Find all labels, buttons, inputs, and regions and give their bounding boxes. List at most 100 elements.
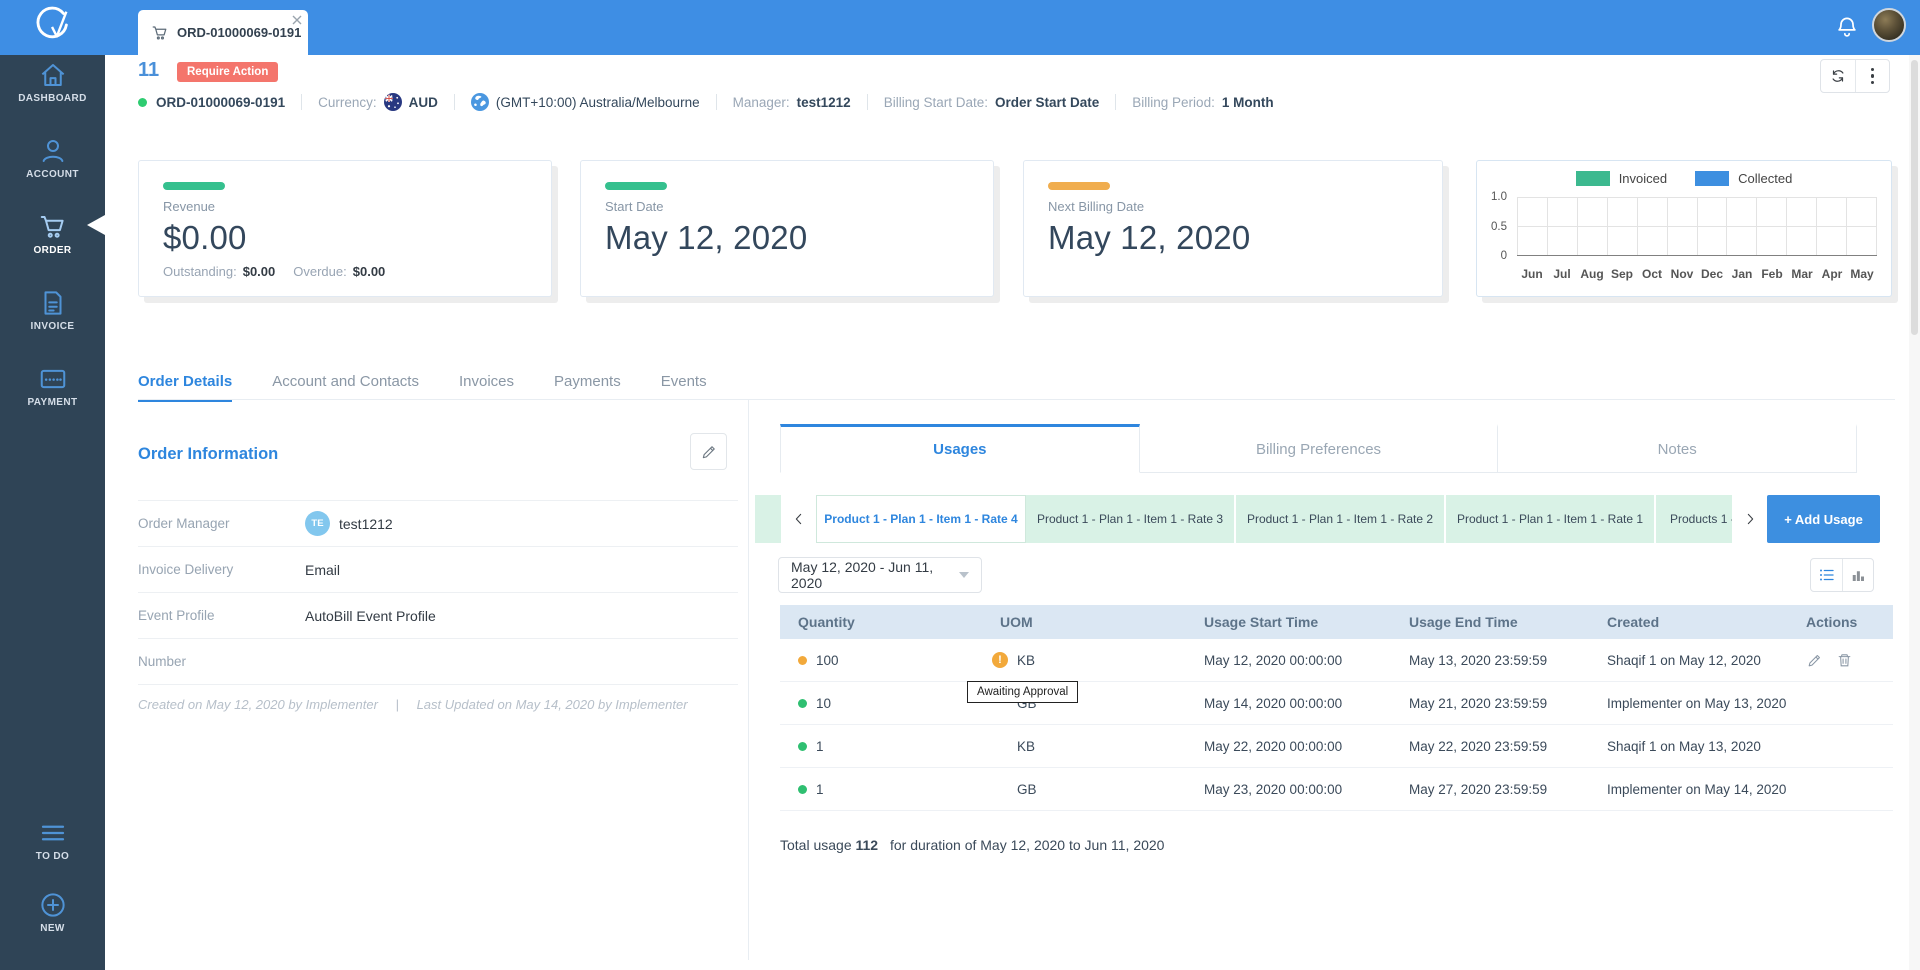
sidebar-item-payment[interactable]: PAYMENT	[0, 364, 105, 440]
status-dot	[138, 98, 147, 107]
manager-label: Manager:	[733, 95, 790, 110]
column-header: UOM	[982, 614, 1186, 630]
billing-start-value: Order Start Date	[995, 95, 1099, 110]
page-content: 11 Require Action ORD-01000069-0191 Curr…	[105, 55, 1920, 970]
view-toggle-group	[1810, 558, 1874, 592]
order-info-fields: Order ManagerTEtest1212Invoice DeliveryE…	[138, 500, 738, 685]
notifications-bell-icon[interactable]	[1834, 14, 1860, 40]
sidebar-item-to-do[interactable]: TO DO	[0, 818, 105, 880]
sidebar-item-dashboard[interactable]: DASHBOARD	[0, 60, 105, 136]
scrollbar-thumb[interactable]	[1911, 60, 1918, 335]
overdue-value: $0.00	[353, 264, 386, 279]
tab-invoices[interactable]: Invoices	[459, 373, 514, 402]
field-value-text: AutoBill Event Profile	[305, 608, 436, 624]
revenue-sub: Outstanding: $0.00 Overdue: $0.00	[163, 264, 385, 279]
edit-usage-button[interactable]	[1806, 652, 1823, 669]
column-header: Usage Start Time	[1186, 614, 1391, 630]
footer-separator: |	[396, 697, 399, 712]
x-tick-label: Sep	[1607, 267, 1637, 281]
outstanding-value: $0.00	[243, 264, 276, 279]
x-tick-label: Mar	[1787, 267, 1817, 281]
x-tick-label: Feb	[1757, 267, 1787, 281]
usage-tab-notes[interactable]: Notes	[1498, 424, 1857, 472]
chips-container: Product 1 - Plan 1 - Item 1 - Rate 4Prod…	[816, 495, 1732, 543]
main-tabs: Order Details Account and Contacts Invoice…	[138, 373, 707, 402]
cart-icon	[38, 212, 68, 242]
rate-chips-row: Product 1 - Plan 1 - Item 1 - Rate 4Prod…	[755, 495, 1880, 543]
usage-tab-usages[interactable]: Usages	[780, 424, 1140, 473]
date-range-select[interactable]: May 12, 2020 - Jun 11, 2020	[778, 557, 982, 593]
chart-y-axis: 1.00.50	[1481, 197, 1513, 256]
status-dot-icon	[798, 656, 807, 665]
status-dot-icon	[798, 699, 807, 708]
order-tab[interactable]: ORD-01000069-0191	[138, 10, 308, 55]
order-count: 11	[138, 59, 159, 82]
invoice-icon	[38, 288, 68, 318]
chips-scroll-right[interactable]	[1732, 495, 1767, 543]
usage-table-header: QuantityUOMUsage Start TimeUsage End Tim…	[780, 605, 1893, 639]
chart-view-button[interactable]	[1842, 559, 1873, 591]
user-icon	[38, 136, 68, 166]
quantity-cell: 100	[780, 653, 982, 668]
x-tick-label: May	[1847, 267, 1877, 281]
legend-swatch	[1695, 171, 1729, 186]
timezone-value: (GMT+10:00) Australia/Melbourne	[496, 95, 700, 110]
sidebar-item-label: ACCOUNT	[26, 169, 79, 180]
chips-scroll-left[interactable]	[781, 495, 816, 543]
list-view-button[interactable]	[1811, 559, 1842, 591]
tab-order-details[interactable]: Order Details	[138, 373, 232, 402]
field-value-text: test1212	[339, 516, 393, 532]
sidebar-item-label: ORDER	[33, 245, 71, 256]
refresh-button[interactable]	[1821, 60, 1855, 92]
chevron-left-icon	[791, 511, 807, 527]
sidebar: DASHBOARD ACCOUNT ORDER INVOICEPAYMENT TO D…	[0, 0, 105, 970]
x-tick-label: Jul	[1547, 267, 1577, 281]
x-tick-label: Aug	[1577, 267, 1607, 281]
usage-start-cell: May 23, 2020 00:00:00	[1186, 782, 1391, 797]
edit-order-button[interactable]	[690, 433, 727, 470]
column-header: Quantity	[780, 614, 982, 630]
rate-chip[interactable]: Product 1 - Plan 1 - Item 1 - Rate 4	[816, 495, 1026, 543]
close-icon[interactable]	[291, 13, 303, 25]
field-value: Email	[305, 562, 340, 578]
rate-chip[interactable]: Product 1 - Plan 1 - Item 1 - Rate 1	[1446, 495, 1656, 543]
usage-start-cell: May 22, 2020 00:00:00	[1186, 739, 1391, 754]
rate-chip[interactable]: Product 1 - Plan 1 - Item 1 - Rate 2	[1236, 495, 1446, 543]
invoiced-collected-chart-card: InvoicedCollected 1.00.50 JunJulAugSepOc…	[1476, 160, 1892, 297]
tab-events[interactable]: Events	[661, 373, 707, 402]
y-tick-label: 0	[1501, 250, 1507, 262]
tab-account-and-contacts[interactable]: Account and Contacts	[272, 373, 419, 402]
created-cell: Shaqif 1 on May 12, 2020	[1589, 653, 1788, 668]
revenue-value: $0.00	[163, 219, 247, 257]
warning-icon[interactable]	[992, 652, 1008, 668]
more-options-button[interactable]	[1855, 60, 1889, 92]
menu-icon	[38, 818, 68, 848]
add-usage-button[interactable]: + Add Usage	[1767, 495, 1880, 543]
created-cell: Shaqif 1 on May 13, 2020	[1589, 739, 1788, 754]
x-tick-label: Oct	[1637, 267, 1667, 281]
delete-usage-button[interactable]	[1836, 652, 1853, 669]
panel-divider	[748, 400, 749, 960]
rate-chip[interactable]: Product 1 - Plan 1 - Item 1 - Rate 3	[1026, 495, 1236, 543]
rate-chip[interactable]: Products 1 -	[1656, 495, 1732, 543]
refresh-icon	[1829, 67, 1847, 85]
start-date-value: May 12, 2020	[605, 219, 807, 257]
gridline	[1517, 226, 1877, 227]
field-label: Event Profile	[138, 608, 305, 623]
sidebar-item-new[interactable]: NEW	[0, 890, 105, 952]
gridline	[1517, 197, 1877, 198]
globe-icon	[471, 93, 489, 111]
sidebar-item-invoice[interactable]: INVOICE	[0, 288, 105, 364]
uom-cell: GB	[982, 782, 1186, 797]
quantity-cell: 1	[780, 739, 982, 754]
usage-tab-billing-preferences[interactable]: Billing Preferences	[1140, 424, 1499, 472]
sidebar-nav-bottom: TO DO NEW	[0, 818, 105, 952]
divider	[301, 94, 302, 110]
sidebar-item-account[interactable]: ACCOUNT	[0, 136, 105, 212]
australia-flag-icon	[384, 93, 402, 111]
usage-end-cell: May 13, 2020 23:59:59	[1391, 653, 1589, 668]
user-avatar[interactable]	[1872, 8, 1906, 42]
sidebar-item-label: TO DO	[36, 851, 69, 862]
tab-payments[interactable]: Payments	[554, 373, 621, 402]
legend-item: Invoiced	[1576, 171, 1667, 186]
